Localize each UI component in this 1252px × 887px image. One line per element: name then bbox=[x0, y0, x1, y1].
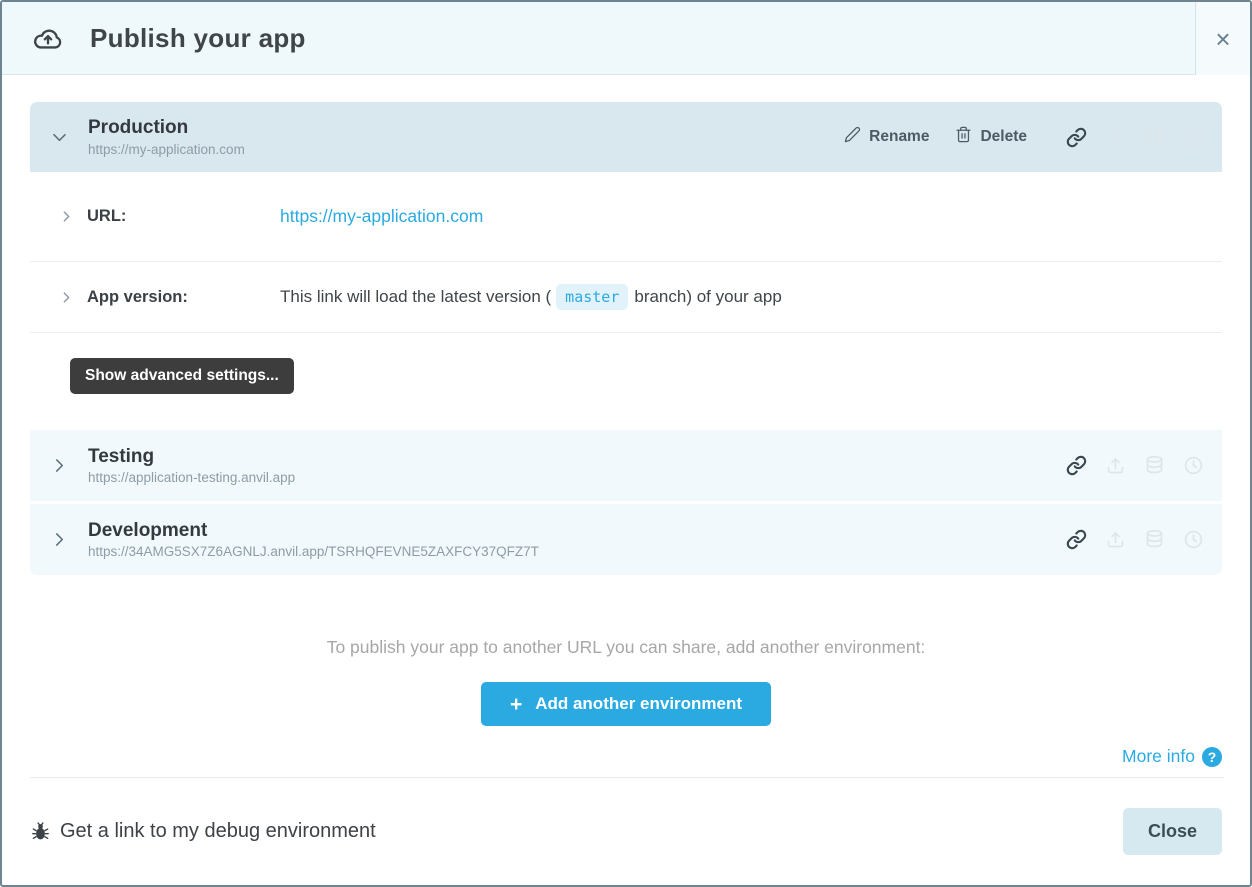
database-icon[interactable] bbox=[1143, 529, 1165, 551]
history-clock-icon[interactable] bbox=[1182, 529, 1204, 551]
environment-url: https://application-testing.anvil.app bbox=[88, 470, 295, 485]
environment-name: Production bbox=[88, 117, 245, 140]
chevron-right-icon[interactable] bbox=[57, 208, 75, 226]
version-text-after: branch) of your app bbox=[634, 287, 781, 307]
close-icon: × bbox=[1215, 26, 1230, 52]
environment-url: https://my-application.com bbox=[88, 142, 245, 157]
environment-icon-group bbox=[1065, 126, 1204, 148]
environments-panel: Production https://my-application.com Re… bbox=[30, 102, 1222, 575]
environment-url: https://34AMG5SX7Z6AGNLJ.anvil.app/TSRHQ… bbox=[88, 544, 539, 559]
production-url-link[interactable]: https://my-application.com bbox=[280, 206, 483, 227]
dialog-footer: Get a link to my debug environment Close bbox=[2, 777, 1250, 885]
footer-divider bbox=[30, 777, 1224, 778]
app-version-text: This link will load the latest version (… bbox=[280, 284, 782, 310]
deploy-upload-icon[interactable] bbox=[1104, 529, 1126, 551]
bug-icon bbox=[30, 821, 51, 842]
publish-app-dialog: Publish your app × Production https://my… bbox=[0, 0, 1252, 887]
environment-icon-group bbox=[1065, 455, 1204, 477]
environment-name: Development bbox=[88, 520, 539, 543]
more-info-label: More info bbox=[1122, 746, 1195, 767]
debug-environment-link[interactable]: Get a link to my debug environment bbox=[30, 820, 376, 843]
chevron-right-icon[interactable] bbox=[44, 451, 74, 481]
dialog-body: Production https://my-application.com Re… bbox=[2, 75, 1250, 777]
close-button[interactable]: Close bbox=[1123, 808, 1222, 855]
environment-titles: Production https://my-application.com bbox=[88, 117, 245, 157]
database-icon[interactable] bbox=[1143, 126, 1165, 148]
plus-icon: + bbox=[510, 694, 522, 715]
add-environment-prompt: To publish your app to another URL you c… bbox=[30, 637, 1222, 658]
environment-titles: Testing https://application-testing.anvi… bbox=[88, 446, 295, 486]
cloud-upload-icon bbox=[28, 22, 68, 55]
history-clock-icon[interactable] bbox=[1182, 455, 1204, 477]
deploy-upload-icon[interactable] bbox=[1104, 455, 1126, 477]
production-details: URL: https://my-application.com App vers… bbox=[30, 172, 1222, 427]
database-icon[interactable] bbox=[1143, 455, 1165, 477]
app-version-label: App version: bbox=[87, 288, 280, 307]
rename-label: Rename bbox=[869, 128, 929, 146]
advanced-settings-row: Show advanced settings... bbox=[30, 333, 1222, 427]
branch-name-chip: master bbox=[556, 284, 628, 310]
delete-button[interactable]: Delete bbox=[955, 126, 1027, 148]
chevron-down-icon[interactable] bbox=[44, 122, 74, 152]
deploy-upload-icon[interactable] bbox=[1104, 126, 1126, 148]
history-clock-icon[interactable] bbox=[1182, 126, 1204, 148]
rename-button[interactable]: Rename bbox=[844, 126, 929, 148]
debug-link-label: Get a link to my debug environment bbox=[60, 820, 376, 843]
url-detail-row: URL: https://my-application.com bbox=[30, 172, 1222, 262]
close-dialog-button[interactable]: × bbox=[1195, 2, 1250, 75]
version-text-before: This link will load the latest version ( bbox=[280, 287, 551, 307]
copy-link-icon[interactable] bbox=[1065, 529, 1087, 551]
page-title: Publish your app bbox=[90, 23, 306, 54]
environment-icon-group bbox=[1065, 529, 1204, 551]
chevron-right-icon[interactable] bbox=[44, 525, 74, 555]
url-label: URL: bbox=[87, 207, 280, 226]
environment-row-testing[interactable]: Testing https://application-testing.anvi… bbox=[30, 430, 1222, 501]
environment-titles: Development https://34AMG5SX7Z6AGNLJ.anv… bbox=[88, 520, 539, 560]
dialog-header: Publish your app × bbox=[2, 2, 1250, 75]
show-advanced-settings-button[interactable]: Show advanced settings... bbox=[70, 358, 294, 394]
trash-icon bbox=[955, 126, 972, 148]
copy-link-icon[interactable] bbox=[1065, 455, 1087, 477]
more-info-link[interactable]: More info ? bbox=[1122, 746, 1222, 767]
add-environment-button[interactable]: + Add another environment bbox=[481, 682, 771, 726]
environment-row-production[interactable]: Production https://my-application.com Re… bbox=[30, 102, 1222, 172]
environment-row-development[interactable]: Development https://34AMG5SX7Z6AGNLJ.anv… bbox=[30, 504, 1222, 575]
app-version-detail-row: App version: This link will load the lat… bbox=[30, 262, 1222, 333]
environment-name: Testing bbox=[88, 446, 295, 469]
pencil-icon bbox=[844, 126, 861, 148]
copy-link-icon[interactable] bbox=[1065, 126, 1087, 148]
delete-label: Delete bbox=[980, 128, 1027, 146]
question-circle-icon: ? bbox=[1202, 747, 1222, 767]
chevron-right-icon[interactable] bbox=[57, 288, 75, 306]
add-environment-button-label: Add another environment bbox=[535, 694, 742, 714]
